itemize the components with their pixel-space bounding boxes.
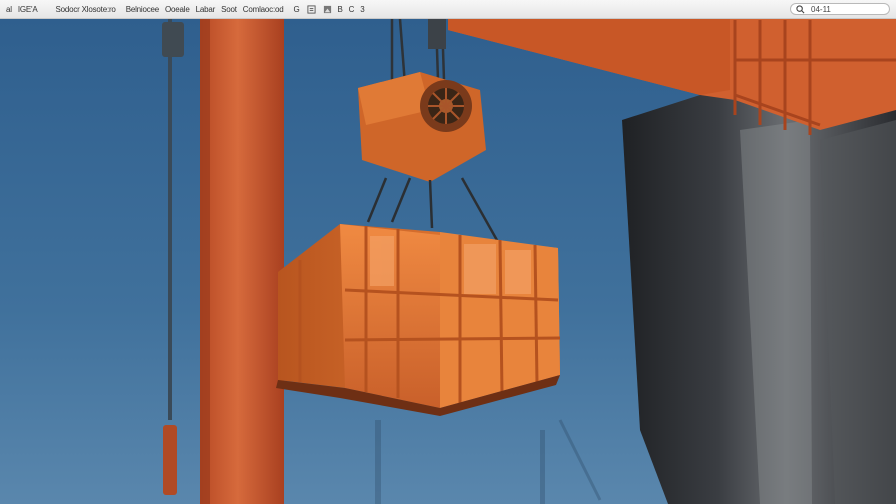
toolbar-item-2[interactable]: Sodocr Xlosote:ro [55,5,115,14]
toolbar-item-6[interactable]: Soot [221,5,237,14]
search-value: 04-11 [811,5,831,14]
cargo-container [276,224,561,416]
image-icon[interactable] [323,5,332,14]
toolbar-item-5[interactable]: Labar [196,5,216,14]
toolbar-item-7[interactable]: Comlaoc:od [243,5,284,14]
toolbar-item-4[interactable]: Ooeale [165,5,190,14]
toolbar-item-10[interactable]: C [349,5,355,14]
left-hook [163,425,177,495]
toolbar-item-8[interactable]: G [293,5,299,14]
document-icon[interactable] [306,4,316,14]
toolbar-item-9[interactable]: B [338,5,343,14]
left-cable-clamp [162,22,184,57]
search-input[interactable]: 04-11 [790,3,890,15]
search-icon [796,5,805,14]
toolbar-item-3[interactable]: Belniocee [126,5,160,14]
toolbar-right: 04-11 [790,3,890,15]
toolbar-item-11[interactable]: 3 [360,5,364,14]
toolbar-item-1[interactable]: IGE'A [18,5,38,14]
toolbar-item-0[interactable]: al [6,5,12,14]
photo-scene [0,18,896,504]
crane-pillar-left [200,19,284,504]
toolbar: al IGE'A Sodocr Xlosote:ro Belniocee Ooe… [0,0,896,19]
